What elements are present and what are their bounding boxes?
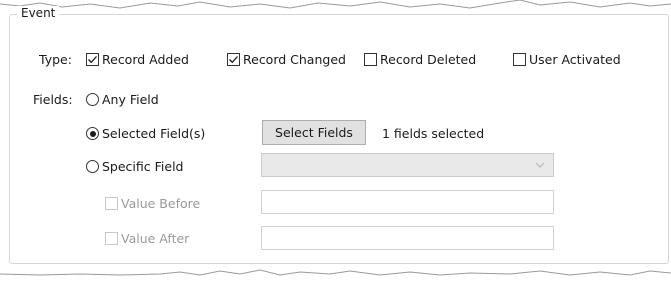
value-after-checkbox[interactable]: Value After <box>105 231 189 246</box>
event-group-title: Event <box>17 6 60 20</box>
value-after-input[interactable] <box>261 226 554 250</box>
user-activated-label: User Activated <box>529 52 621 67</box>
checkbox-box <box>364 53 377 66</box>
record-added-checkbox[interactable]: Record Added <box>86 52 189 67</box>
checkbox-box <box>105 197 118 210</box>
specific-field-radio[interactable]: Specific Field <box>86 159 183 174</box>
check-icon <box>229 56 238 64</box>
fields-label: Fields: <box>33 92 73 107</box>
checkbox-box <box>513 53 526 66</box>
selection-status: 1 fields selected <box>382 126 485 141</box>
check-icon <box>88 56 97 64</box>
record-changed-checkbox[interactable]: Record Changed <box>227 52 346 67</box>
value-before-checkbox[interactable]: Value Before <box>105 196 200 211</box>
chevron-down-icon <box>535 162 545 168</box>
radio-circle <box>86 127 99 140</box>
record-added-label: Record Added <box>102 52 189 67</box>
record-deleted-label: Record Deleted <box>380 52 477 67</box>
value-after-label: Value After <box>121 231 190 246</box>
radio-circle <box>86 160 99 173</box>
torn-edge-bottom <box>0 269 671 276</box>
select-fields-button[interactable]: Select Fields <box>262 120 366 145</box>
value-before-input[interactable] <box>261 190 554 214</box>
specific-field-combobox[interactable] <box>261 153 554 177</box>
selected-fields-label: Selected Field(s) <box>102 126 206 141</box>
any-field-radio[interactable]: Any Field <box>86 92 159 107</box>
checkbox-box <box>227 53 240 66</box>
record-deleted-checkbox[interactable]: Record Deleted <box>364 52 476 67</box>
record-changed-label: Record Changed <box>243 52 346 67</box>
checkbox-box <box>105 232 118 245</box>
value-before-label: Value Before <box>121 196 201 211</box>
type-label: Type: <box>39 52 72 67</box>
user-activated-checkbox[interactable]: User Activated <box>513 52 621 67</box>
selected-fields-radio[interactable]: Selected Field(s) <box>86 126 205 141</box>
any-field-label: Any Field <box>102 92 159 107</box>
radio-circle <box>86 93 99 106</box>
specific-field-label: Specific Field <box>102 159 184 174</box>
checkbox-box <box>86 53 99 66</box>
